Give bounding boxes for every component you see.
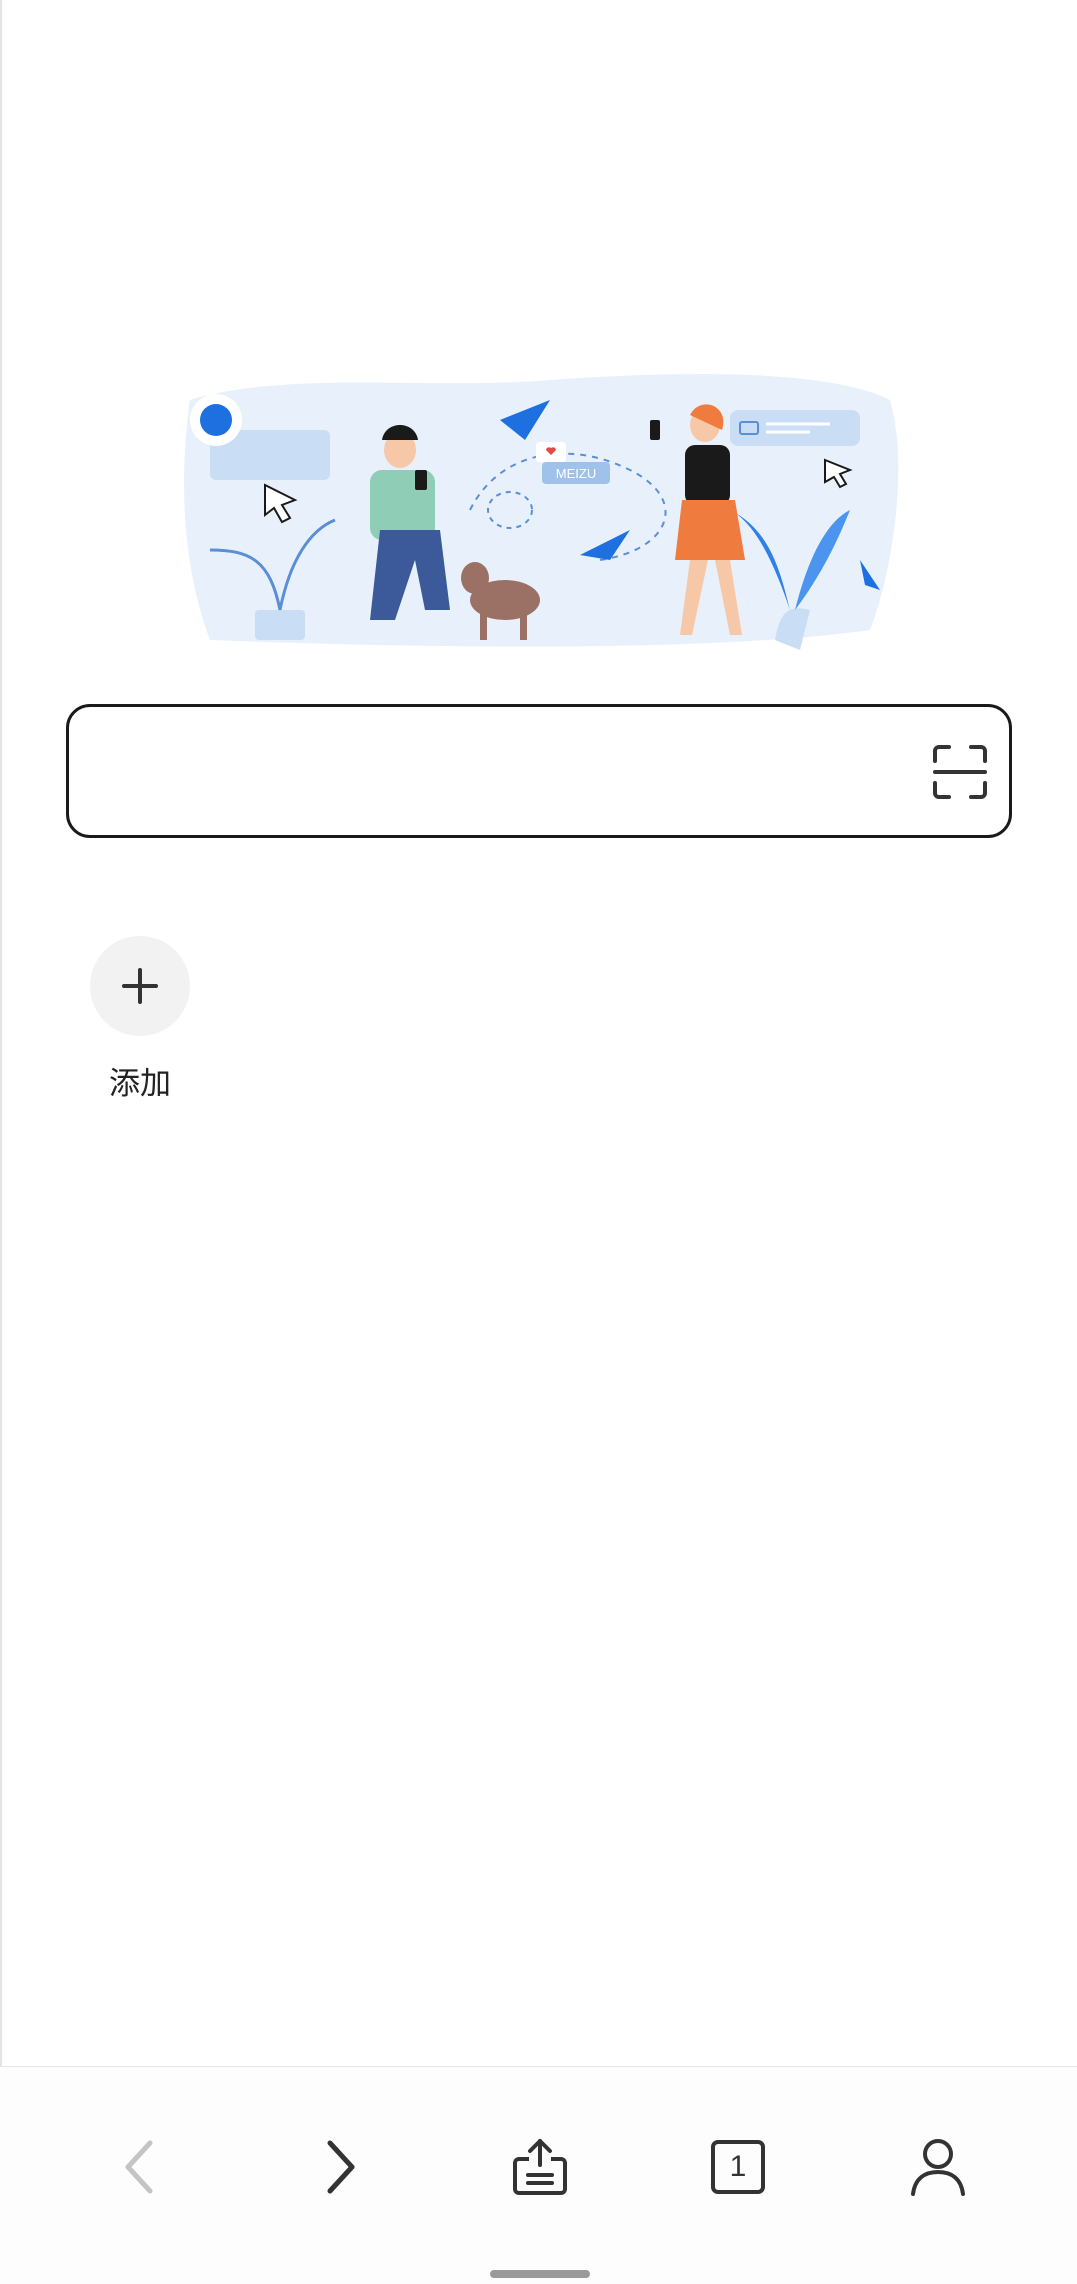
plus-icon bbox=[122, 968, 158, 1004]
user-icon bbox=[911, 2139, 965, 2196]
hero-illustration: MEIZU bbox=[184, 374, 899, 650]
share-upload-icon bbox=[513, 2139, 567, 2195]
window-edge bbox=[0, 0, 2, 2283]
chevron-right-icon bbox=[327, 2140, 355, 2194]
tabs-count: 1 bbox=[729, 2150, 747, 2183]
profile-button[interactable] bbox=[898, 2127, 978, 2207]
add-shortcut-tile[interactable]: 添加 bbox=[88, 936, 192, 1103]
add-shortcut-label: 添加 bbox=[109, 1066, 171, 1102]
bottom-navigation-bar: 1 bbox=[0, 2066, 1077, 2284]
chevron-left-icon bbox=[125, 2140, 153, 2194]
tabs-button[interactable]: 1 bbox=[698, 2127, 778, 2207]
back-button[interactable] bbox=[100, 2127, 180, 2207]
share-button[interactable] bbox=[500, 2127, 580, 2207]
hero-brand-text: MEIZU bbox=[556, 466, 596, 481]
search-input[interactable] bbox=[99, 737, 903, 809]
search-bar[interactable] bbox=[66, 704, 1012, 838]
scan-icon[interactable] bbox=[931, 743, 989, 801]
forward-button[interactable] bbox=[300, 2127, 380, 2207]
home-indicator[interactable] bbox=[490, 2270, 590, 2278]
add-shortcut-button[interactable] bbox=[90, 936, 190, 1036]
